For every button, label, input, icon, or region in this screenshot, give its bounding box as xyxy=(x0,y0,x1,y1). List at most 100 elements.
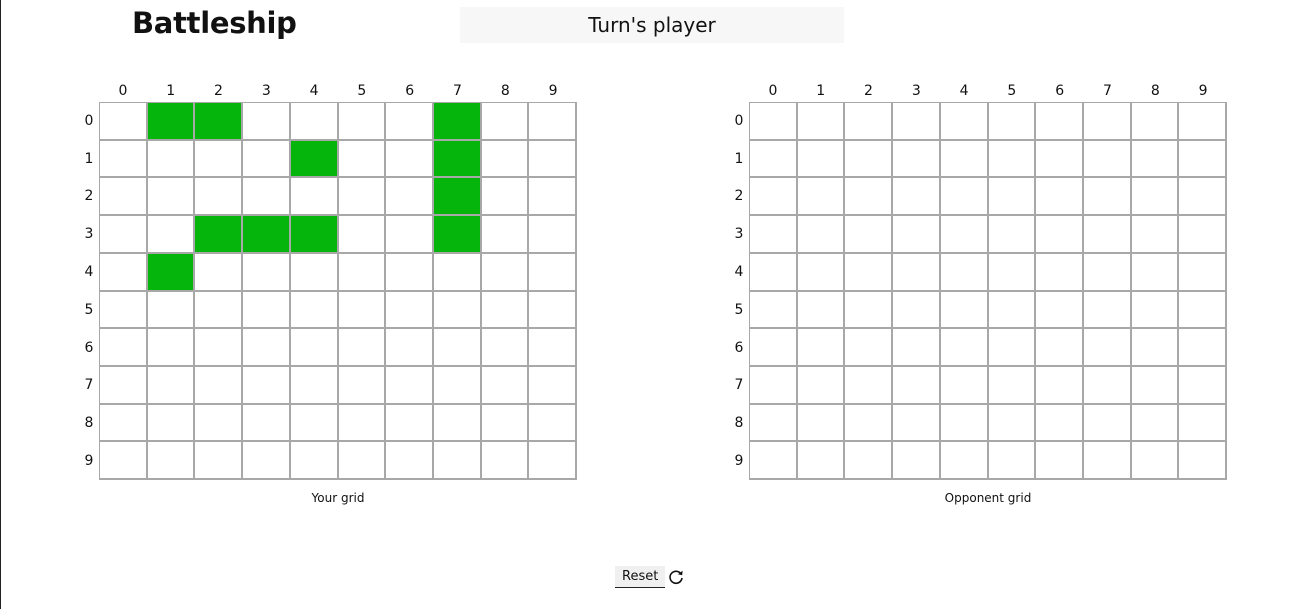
player-grid-cell[interactable] xyxy=(433,253,482,292)
opponent-grid-cell[interactable] xyxy=(988,366,1037,405)
player-grid-cell[interactable] xyxy=(386,140,434,179)
player-grid-cell-ship[interactable] xyxy=(433,216,482,254)
opponent-grid-cell[interactable] xyxy=(1179,404,1227,443)
player-grid-cell[interactable] xyxy=(195,404,244,443)
player-grid-cell[interactable] xyxy=(481,178,530,217)
opponent-grid-cell[interactable] xyxy=(845,178,894,217)
opponent-grid-cell[interactable] xyxy=(845,291,894,330)
opponent-grid-cell[interactable] xyxy=(988,404,1037,443)
opponent-grid-cell[interactable] xyxy=(893,140,941,179)
opponent-grid-cell[interactable] xyxy=(893,442,941,480)
player-grid-cell[interactable] xyxy=(100,178,148,217)
player-grid-cell[interactable] xyxy=(481,291,530,330)
player-grid-cell[interactable] xyxy=(529,329,577,367)
opponent-grid-cell[interactable] xyxy=(845,140,894,179)
opponent-grid-cell[interactable] xyxy=(750,140,798,179)
player-grid-cell[interactable] xyxy=(433,404,482,443)
opponent-grid-cell[interactable] xyxy=(750,216,798,254)
player-grid-cell[interactable] xyxy=(386,178,434,217)
opponent-grid-cell[interactable] xyxy=(845,404,894,443)
opponent-grid-cell[interactable] xyxy=(750,366,798,405)
opponent-grid-cell[interactable] xyxy=(940,103,989,141)
opponent-grid-cell[interactable] xyxy=(893,329,941,367)
opponent-grid-cell[interactable] xyxy=(940,329,989,367)
player-grid-cell[interactable] xyxy=(147,291,196,330)
opponent-grid-cell[interactable] xyxy=(988,442,1037,480)
opponent-grid-cell[interactable] xyxy=(893,291,941,330)
opponent-grid-cell[interactable] xyxy=(797,329,846,367)
player-grid-cell[interactable] xyxy=(481,253,530,292)
opponent-grid-cell[interactable] xyxy=(893,103,941,141)
opponent-grid-cell[interactable] xyxy=(1179,216,1227,254)
opponent-grid-cell[interactable] xyxy=(1083,442,1132,480)
opponent-grid-cell[interactable] xyxy=(988,291,1037,330)
player-grid-cell-ship[interactable] xyxy=(433,103,482,141)
opponent-grid-cell[interactable] xyxy=(797,404,846,443)
player-grid-cell[interactable] xyxy=(481,216,530,254)
player-grid-cell[interactable] xyxy=(338,404,387,443)
player-grid-cell[interactable] xyxy=(529,178,577,217)
player-grid-cell[interactable] xyxy=(100,329,148,367)
player-grid-cell[interactable] xyxy=(100,366,148,405)
player-grid-cell[interactable] xyxy=(386,366,434,405)
player-grid-cell-ship[interactable] xyxy=(243,216,291,254)
opponent-grid-cell[interactable] xyxy=(797,140,846,179)
player-grid-cell[interactable] xyxy=(433,442,482,480)
reset-button[interactable]: Reset xyxy=(615,566,666,588)
player-grid-cell[interactable] xyxy=(147,329,196,367)
player-grid-cell[interactable] xyxy=(100,103,148,141)
opponent-grid-cell[interactable] xyxy=(1179,366,1227,405)
opponent-grid-cell[interactable] xyxy=(845,253,894,292)
player-grid-cell-ship[interactable] xyxy=(147,103,196,141)
opponent-grid-cell[interactable] xyxy=(940,442,989,480)
opponent-grid-cell[interactable] xyxy=(845,216,894,254)
opponent-grid-cell[interactable] xyxy=(797,216,846,254)
opponent-grid-cell[interactable] xyxy=(797,103,846,141)
opponent-grid-cell[interactable] xyxy=(1131,103,1180,141)
opponent-grid-cell[interactable] xyxy=(940,366,989,405)
player-grid-cell[interactable] xyxy=(290,404,339,443)
player-grid-cell[interactable] xyxy=(481,366,530,405)
opponent-grid-cell[interactable] xyxy=(1131,442,1180,480)
opponent-grid-cell[interactable] xyxy=(750,442,798,480)
opponent-grid-cell[interactable] xyxy=(845,329,894,367)
opponent-grid-cell[interactable] xyxy=(1131,366,1180,405)
opponent-grid-cell[interactable] xyxy=(1083,103,1132,141)
opponent-grid-cell[interactable] xyxy=(893,253,941,292)
player-grid-cell[interactable] xyxy=(338,442,387,480)
opponent-grid-cell[interactable] xyxy=(750,404,798,443)
opponent-grid-cell[interactable] xyxy=(1036,404,1084,443)
opponent-grid-cell[interactable] xyxy=(797,178,846,217)
opponent-grid-cell[interactable] xyxy=(750,253,798,292)
player-grid-cell[interactable] xyxy=(100,216,148,254)
player-grid-cell[interactable] xyxy=(195,366,244,405)
opponent-grid-cell[interactable] xyxy=(797,291,846,330)
opponent-grid-cell[interactable] xyxy=(1131,178,1180,217)
opponent-grid-cell[interactable] xyxy=(1036,291,1084,330)
player-grid-cell[interactable] xyxy=(529,103,577,141)
opponent-grid-cell[interactable] xyxy=(1036,140,1084,179)
opponent-grid-cell[interactable] xyxy=(1036,366,1084,405)
player-grid-cell[interactable] xyxy=(290,442,339,480)
player-grid-cell[interactable] xyxy=(529,404,577,443)
opponent-grid-cell[interactable] xyxy=(1036,253,1084,292)
opponent-grid-cell[interactable] xyxy=(1036,103,1084,141)
player-grid-cell-ship[interactable] xyxy=(195,103,244,141)
opponent-grid-cell[interactable] xyxy=(1131,404,1180,443)
player-grid-cell[interactable] xyxy=(100,442,148,480)
player-grid-cell[interactable] xyxy=(386,253,434,292)
player-grid-cell[interactable] xyxy=(100,140,148,179)
opponent-grid-cell[interactable] xyxy=(1083,329,1132,367)
player-grid-cell[interactable] xyxy=(290,366,339,405)
opponent-grid-cell[interactable] xyxy=(1083,291,1132,330)
player-grid-cell[interactable] xyxy=(386,404,434,443)
player-grid-cell[interactable] xyxy=(243,404,291,443)
player-grid-cell[interactable] xyxy=(338,253,387,292)
opponent-grid-cell[interactable] xyxy=(988,178,1037,217)
player-grid-cell[interactable] xyxy=(290,329,339,367)
opponent-grid-cell[interactable] xyxy=(893,404,941,443)
player-grid-cell[interactable] xyxy=(290,103,339,141)
opponent-grid-cell[interactable] xyxy=(845,442,894,480)
player-grid-cell[interactable] xyxy=(433,366,482,405)
player-grid-cell[interactable] xyxy=(338,103,387,141)
